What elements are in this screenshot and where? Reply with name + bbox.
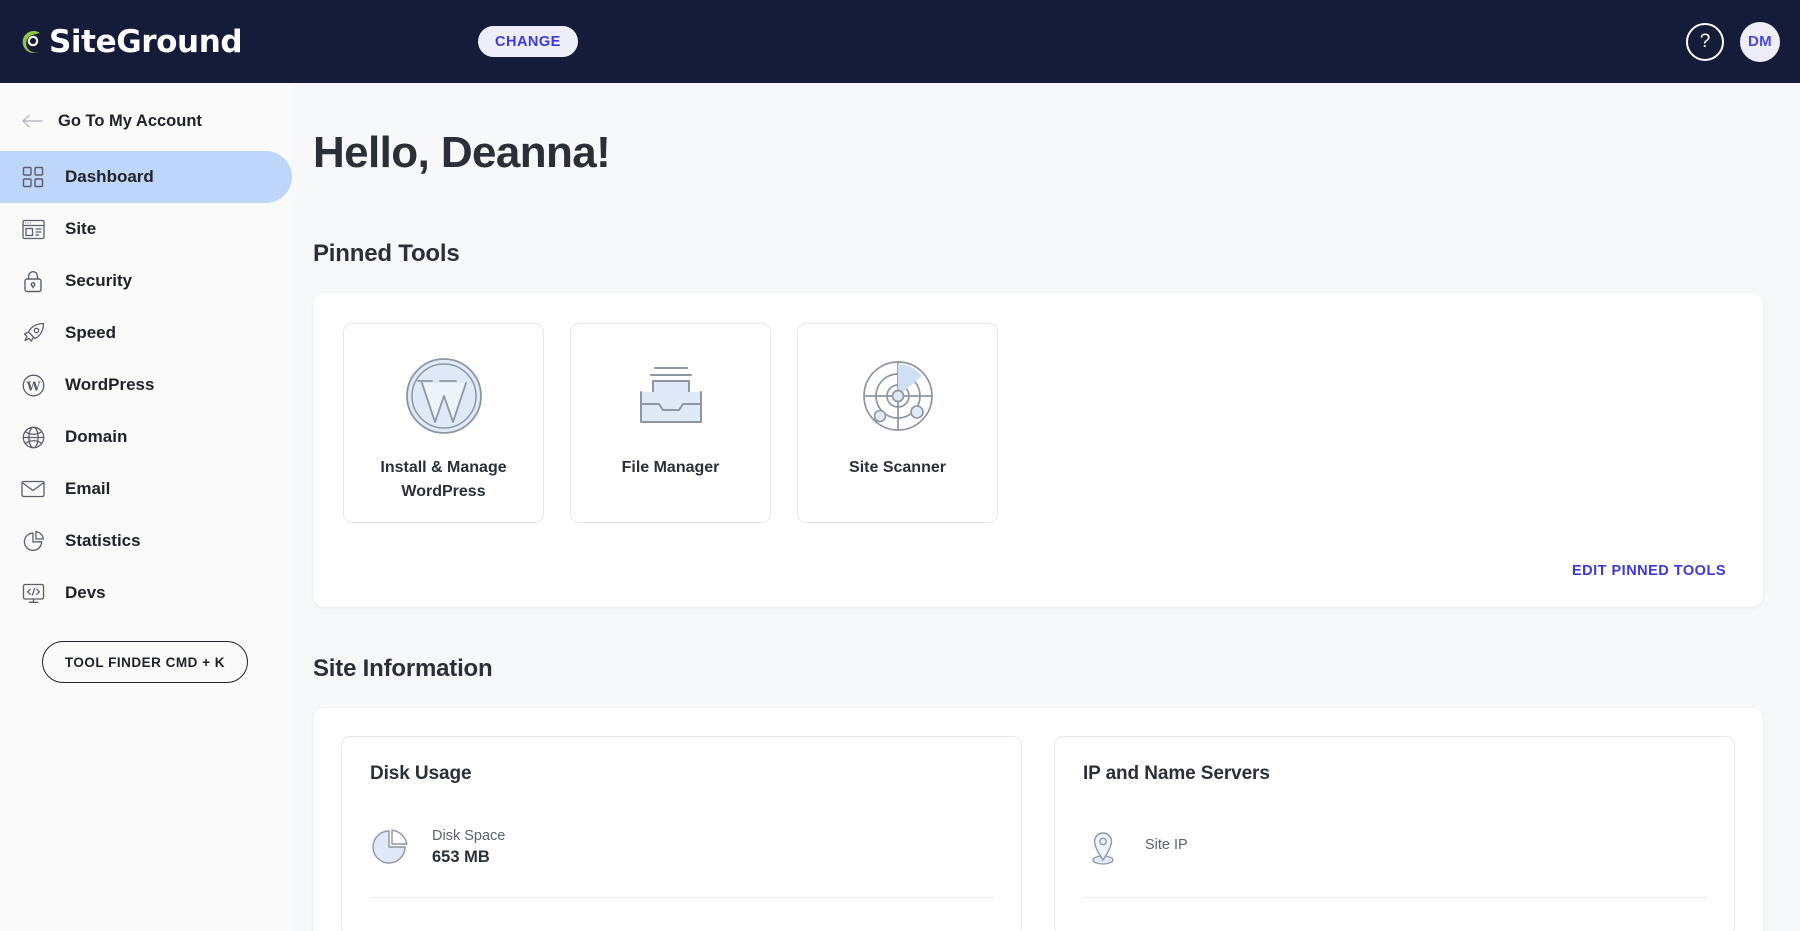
- wordpress-logo-icon: [398, 350, 490, 442]
- sidebar-item-statistics[interactable]: Statistics: [0, 515, 292, 567]
- pinned-tools-panel: Install & Manage WordPress File Manager: [313, 293, 1763, 607]
- ip-name-servers-title: IP and Name Servers: [1083, 763, 1706, 785]
- go-to-my-account-label: Go To My Account: [58, 112, 202, 131]
- sidebar-item-label: Site: [65, 219, 96, 239]
- map-pin-icon: [1083, 827, 1123, 867]
- disk-usage-title: Disk Usage: [370, 763, 993, 785]
- disk-space-value: 653 MB: [432, 848, 505, 867]
- help-question-icon[interactable]: ?: [1686, 23, 1724, 61]
- sidebar-item-email[interactable]: Email: [0, 463, 292, 515]
- sidebar-item-label: Devs: [65, 583, 106, 603]
- browser-icon: [20, 216, 46, 242]
- sidebar-item-label: Statistics: [65, 531, 141, 551]
- sidebar: Go To My Account Dashboard: [0, 83, 292, 931]
- page-title: Hello, Deanna!: [313, 128, 1763, 178]
- edit-pinned-tools-button[interactable]: EDIT PINNED TOOLS: [1572, 563, 1726, 579]
- wordpress-icon: W: [20, 372, 46, 398]
- sidebar-item-label: Security: [65, 271, 132, 291]
- sidebar-item-label: WordPress: [65, 375, 154, 395]
- globe-icon: [20, 424, 46, 450]
- disk-space-label: Disk Space: [432, 828, 505, 844]
- brand-name: SiteGround: [49, 24, 242, 60]
- rocket-icon: [20, 320, 46, 346]
- sidebar-item-site[interactable]: Site: [0, 203, 292, 255]
- avatar[interactable]: DM: [1740, 22, 1780, 62]
- pinned-tool-file-manager[interactable]: File Manager: [570, 323, 771, 523]
- top-bar-actions: ? DM: [1686, 0, 1780, 83]
- lock-icon: [20, 268, 46, 294]
- site-information-panel: Disk Usage Disk Space 653 MB IP and Name…: [313, 708, 1763, 931]
- svg-text:W: W: [25, 378, 41, 393]
- sidebar-item-label: Email: [65, 479, 110, 499]
- siteground-logo[interactable]: SiteGround: [18, 24, 242, 60]
- site-ip-text: Site IP: [1145, 837, 1188, 857]
- sidebar-item-label: Domain: [65, 427, 127, 447]
- sidebar-item-security[interactable]: Security: [0, 255, 292, 307]
- arrow-left-icon: [22, 114, 44, 128]
- pinned-tools-list: Install & Manage WordPress File Manager: [343, 323, 1733, 523]
- sidebar-item-wordpress[interactable]: W WordPress: [0, 359, 292, 411]
- pie-chart-icon: [370, 827, 410, 867]
- pinned-tool-label: Install & Manage WordPress: [369, 456, 519, 504]
- file-tray-icon: [625, 350, 717, 442]
- divider: [1083, 897, 1706, 898]
- sidebar-nav: Dashboard Site: [0, 151, 292, 619]
- pinned-tool-label: Site Scanner: [849, 456, 946, 480]
- divider: [370, 897, 993, 898]
- disk-space-row: Disk Space 653 MB: [370, 827, 993, 867]
- site-information-heading: Site Information: [313, 655, 1763, 683]
- top-bar: SiteGround CHANGE ? DM: [0, 0, 1800, 83]
- grid-icon: [20, 164, 46, 190]
- disk-space-text: Disk Space 653 MB: [432, 828, 505, 867]
- go-to-my-account-link[interactable]: Go To My Account: [22, 101, 292, 141]
- pinned-tool-wordpress[interactable]: Install & Manage WordPress: [343, 323, 544, 523]
- code-monitor-icon: [20, 580, 46, 606]
- tool-finder-button[interactable]: TOOL FINDER CMD + K: [42, 641, 248, 683]
- sidebar-item-domain[interactable]: Domain: [0, 411, 292, 463]
- ip-name-servers-card: IP and Name Servers Site IP: [1054, 736, 1735, 931]
- pinned-tool-label: File Manager: [622, 456, 720, 480]
- sidebar-item-label: Dashboard: [65, 167, 154, 187]
- site-ip-row: Site IP: [1083, 827, 1706, 867]
- pinned-tool-site-scanner[interactable]: Site Scanner: [797, 323, 998, 523]
- siteground-logo-icon: [18, 27, 48, 57]
- change-site-button[interactable]: CHANGE: [478, 26, 578, 57]
- radar-scanner-icon: [852, 350, 944, 442]
- sidebar-item-devs[interactable]: Devs: [0, 567, 292, 619]
- sidebar-item-label: Speed: [65, 323, 116, 343]
- sidebar-item-speed[interactable]: Speed: [0, 307, 292, 359]
- envelope-icon: [20, 476, 46, 502]
- main-content: Hello, Deanna! Pinned Tools Install & Ma…: [292, 83, 1800, 931]
- pie-chart-icon: [20, 528, 46, 554]
- site-ip-label: Site IP: [1145, 837, 1188, 853]
- pinned-tools-heading: Pinned Tools: [313, 240, 1763, 268]
- sidebar-item-dashboard[interactable]: Dashboard: [0, 151, 292, 203]
- disk-usage-card: Disk Usage Disk Space 653 MB: [341, 736, 1022, 931]
